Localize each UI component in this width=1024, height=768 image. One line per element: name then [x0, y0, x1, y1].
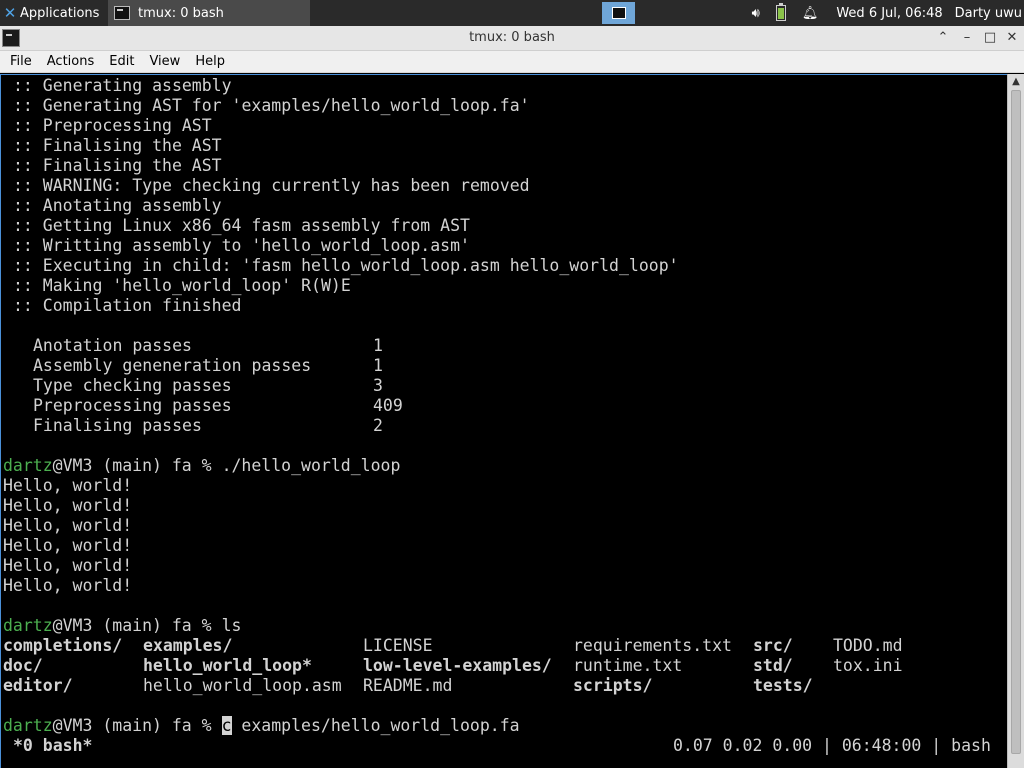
ls-entry-file: tox.ini: [833, 656, 903, 675]
ls-entry-file: README.md: [363, 676, 453, 695]
command: ls: [221, 616, 242, 635]
shell-prompt[interactable]: dartz@VM3 (main) fa % c examples/hello_w…: [3, 716, 520, 736]
log-line: :: WARNING: Type checking currently has …: [13, 176, 530, 195]
ls-entry-dir: std/: [753, 656, 793, 675]
log-line: :: Preprocessing AST: [13, 116, 212, 135]
text-cursor: c: [221, 716, 232, 735]
menu-help[interactable]: Help: [195, 54, 225, 69]
scroll-up-icon[interactable]: ▲: [1008, 74, 1024, 90]
shell-prompt: dartz@VM3 (main) fa % ./hello_world_loop: [3, 456, 400, 476]
menu-edit[interactable]: Edit: [109, 54, 134, 69]
log-line: :: Getting Linux x86_64 fasm assembly fr…: [13, 216, 470, 235]
stat-name: Finalising passes: [33, 416, 202, 435]
log-line: :: Making 'hello_world_loop' R(W)E: [13, 276, 351, 295]
terminal-scrollbar[interactable]: ▲: [1007, 74, 1024, 768]
output-line: Hello, world!: [3, 516, 133, 535]
window-title: tmux: 0 bash: [469, 30, 555, 45]
output-line: Hello, world!: [3, 536, 133, 555]
taskbar-button-terminal[interactable]: tmux: 0 bash: [108, 0, 310, 26]
minimize-button[interactable]: –: [958, 29, 976, 47]
system-tray: 🔊︎ 🔔︎ Wed 6 Jul, 06:48 Darty uwu: [744, 0, 1024, 26]
stat-value: 1: [373, 356, 383, 375]
ls-entry-dir: doc/: [3, 656, 43, 675]
window-titlebar[interactable]: tmux: 0 bash ⌃ – □ ✕: [0, 26, 1024, 51]
notification-bell-icon[interactable]: 🔔︎: [802, 6, 819, 21]
battery-icon[interactable]: [775, 3, 786, 21]
log-line: :: Executing in child: 'fasm hello_world…: [13, 256, 679, 275]
prompt-host: @VM3 (main) fa %: [52, 616, 222, 635]
tmux-window-tab[interactable]: *0 bash*: [13, 736, 92, 756]
menu-file[interactable]: File: [10, 54, 32, 69]
ls-entry-dir: completions/: [3, 636, 123, 655]
log-line: :: Generating AST for 'examples/hello_wo…: [13, 96, 530, 115]
prompt-user: dartz: [3, 616, 53, 635]
ls-entry-dir: tests/: [753, 676, 813, 695]
tmux-status-right: 0.07 0.02 0.00 | 06:48:00 | bash: [673, 736, 991, 755]
ls-entry-file: runtime.txt: [573, 656, 683, 675]
ls-entry-file: LICENSE: [363, 636, 433, 655]
ls-entry-dir: examples/: [143, 636, 233, 655]
output-line: Hello, world!: [3, 576, 133, 595]
stat-value: 3: [373, 376, 383, 395]
volume-icon[interactable]: 🔊︎: [752, 6, 760, 21]
terminal-area[interactable]: :: Generating assembly :: Generating AST…: [0, 74, 1007, 768]
stat-value: 2: [373, 416, 383, 435]
log-line: :: Writting assembly to 'hello_world_loo…: [13, 236, 470, 255]
terminal-icon: [114, 6, 130, 20]
top-panel: ✕ Applications tmux: 0 bash 🔊︎ 🔔︎ Wed 6 …: [0, 0, 1024, 26]
ls-entry-exec: hello_world_loop*: [143, 656, 312, 675]
log-line: :: Anotating assembly: [13, 196, 222, 215]
terminal-icon: [611, 7, 626, 19]
user-menu[interactable]: Darty uwu: [955, 6, 1022, 21]
close-button[interactable]: ✕: [1003, 29, 1021, 47]
ls-entry-dir: src/: [753, 636, 793, 655]
stat-value: 409: [373, 396, 403, 415]
taskbar-label: tmux: 0 bash: [138, 5, 224, 21]
ls-entry-file: hello_world_loop.asm: [143, 676, 342, 695]
ls-entry-dir: scripts/: [573, 676, 653, 695]
prompt-user: dartz: [3, 456, 53, 475]
applications-menu[interactable]: ✕ Applications: [0, 0, 106, 26]
ls-entry-file: requirements.txt: [573, 636, 732, 655]
stat-name: Assembly geneneration passes: [33, 356, 312, 375]
log-line: :: Finalising the AST: [13, 156, 222, 175]
ls-entry-file: TODO.md: [833, 636, 903, 655]
ls-entry-dir: low-level-examples/: [363, 656, 552, 675]
stat-name: Anotation passes: [33, 336, 192, 355]
command-input[interactable]: examples/hello_world_loop.fa: [232, 716, 519, 735]
log-line: :: Generating assembly: [13, 76, 232, 95]
workspace-switcher[interactable]: [602, 2, 635, 24]
stat-value: 1: [373, 336, 383, 355]
log-line: :: Finalising the AST: [13, 136, 222, 155]
menu-view[interactable]: View: [149, 54, 180, 69]
stat-name: Type checking passes: [33, 376, 232, 395]
applications-label: Applications: [20, 5, 100, 21]
prompt-host: @VM3 (main) fa %: [52, 716, 222, 735]
maximize-button[interactable]: □: [981, 29, 999, 47]
shell-prompt: dartz@VM3 (main) fa % ls: [3, 616, 241, 636]
shade-button[interactable]: ⌃: [934, 29, 952, 47]
xfce-logo-icon: ✕: [3, 4, 17, 22]
output-line: Hello, world!: [3, 556, 133, 575]
command: ./hello_world_loop: [221, 456, 401, 475]
prompt-host: @VM3 (main) fa %: [52, 456, 222, 475]
ls-entry-dir: editor/: [3, 676, 73, 695]
menu-bar: File Actions Edit View Help: [0, 51, 1024, 73]
menu-actions[interactable]: Actions: [47, 54, 95, 69]
clock[interactable]: Wed 6 Jul, 06:48: [836, 6, 942, 21]
stat-name: Preprocessing passes: [33, 396, 232, 415]
log-line: :: Compilation finished: [13, 296, 242, 315]
output-line: Hello, world!: [3, 476, 133, 495]
output-line: Hello, world!: [3, 496, 133, 515]
scrollbar-thumb[interactable]: [1011, 90, 1021, 754]
prompt-user: dartz: [3, 716, 53, 735]
